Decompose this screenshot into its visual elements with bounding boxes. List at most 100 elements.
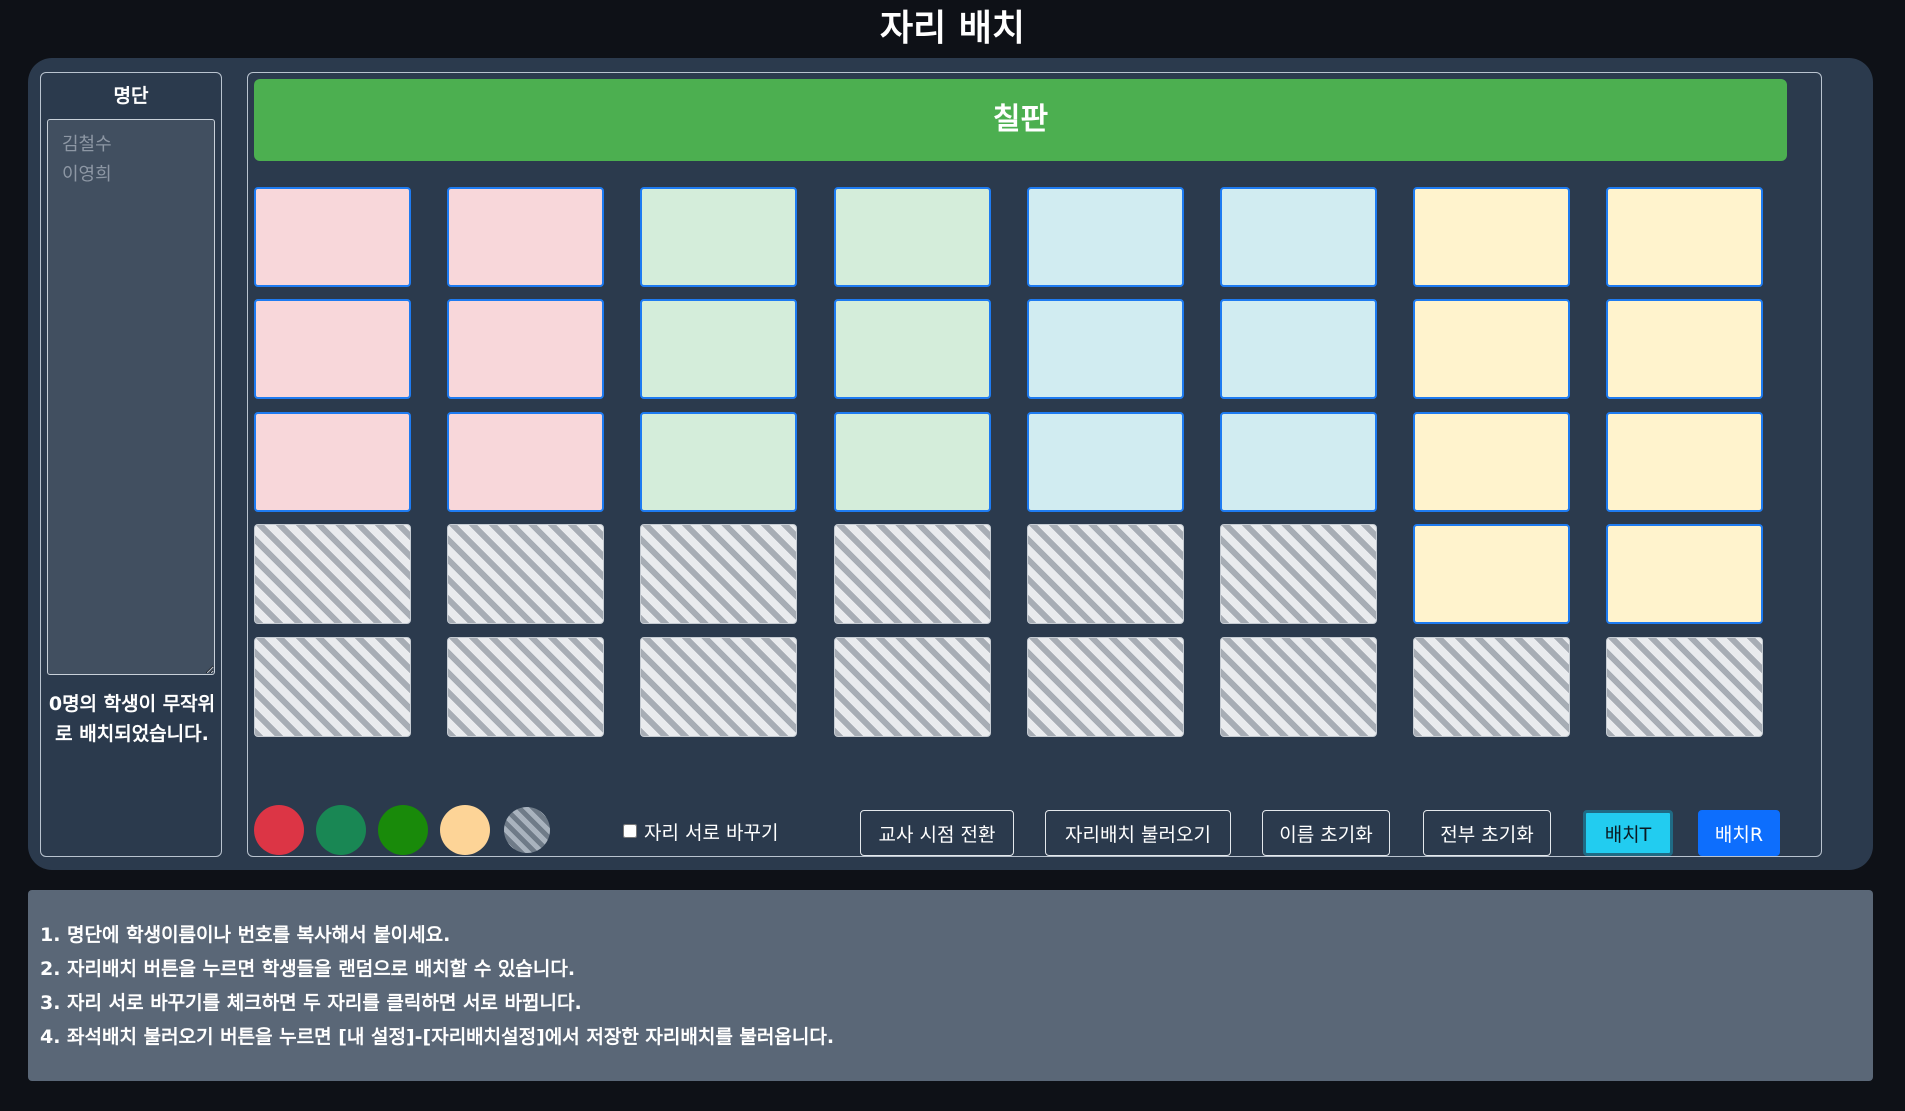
seat-name bbox=[1028, 525, 1183, 623]
roster-label: 명단 bbox=[113, 85, 149, 107]
load-seating-button[interactable]: 자리배치 불러오기 bbox=[1045, 810, 1231, 856]
seat-name bbox=[1415, 414, 1568, 510]
seat-r1-c4[interactable] bbox=[834, 187, 991, 287]
status-text: 0명의 학생이 무작위로 배치되었습니다. bbox=[48, 693, 216, 745]
seat-r4-c2[interactable] bbox=[447, 524, 604, 624]
controls-bar: 자리 서로 바꾸기 교사 시점 전환 자리배치 불러오기 이름 초기화 전부 초… bbox=[248, 793, 1821, 856]
seat-r1-c3[interactable] bbox=[640, 187, 797, 287]
seat-name bbox=[255, 638, 410, 736]
seat-name bbox=[448, 525, 603, 623]
seat-name bbox=[1029, 301, 1182, 397]
seat-name bbox=[836, 189, 989, 285]
seat-name bbox=[256, 414, 409, 510]
teal-green-swatch[interactable] bbox=[316, 805, 366, 855]
seat-name bbox=[642, 301, 795, 397]
swap-toggle[interactable]: 자리 서로 바꾸기 bbox=[623, 816, 778, 846]
seat-r4-c6[interactable] bbox=[1220, 524, 1377, 624]
seat-name bbox=[1222, 189, 1375, 285]
seat-name bbox=[1415, 301, 1568, 397]
seat-r4-c4[interactable] bbox=[834, 524, 991, 624]
instructions-panel: 1. 명단에 학생이름이나 번호를 복사해서 붙이세요. 2. 자리배치 버튼을… bbox=[28, 890, 1873, 1081]
seat-r3-c8[interactable] bbox=[1606, 412, 1763, 512]
seat-r5-c1[interactable] bbox=[254, 637, 411, 737]
seat-r2-c1[interactable] bbox=[254, 299, 411, 399]
seat-name bbox=[641, 638, 796, 736]
seat-r3-c2[interactable] bbox=[447, 412, 604, 512]
roster-panel: 명단 0명의 학생이 무작위로 배치되었습니다. bbox=[40, 72, 222, 857]
seat-name bbox=[448, 638, 603, 736]
seat-name bbox=[449, 414, 602, 510]
seat-r5-c4[interactable] bbox=[834, 637, 991, 737]
instruction-line-4: 4. 좌석배치 불러오기 버튼을 누르면 [내 설정]-[자리배치설정]에서 저… bbox=[40, 1026, 835, 1048]
peach-swatch[interactable] bbox=[440, 805, 490, 855]
seat-r4-c7[interactable] bbox=[1413, 524, 1570, 624]
seat-name bbox=[1415, 189, 1568, 285]
assign-r-button[interactable]: 배치R bbox=[1698, 810, 1780, 856]
seat-name bbox=[255, 525, 410, 623]
reset-names-button[interactable]: 이름 초기화 bbox=[1262, 810, 1390, 856]
seat-name bbox=[835, 638, 990, 736]
seat-r3-c7[interactable] bbox=[1413, 412, 1570, 512]
instruction-line-3: 3. 자리 서로 바꾸기를 체크하면 두 자리를 클릭하면 서로 바뀝니다. bbox=[40, 992, 582, 1014]
red-swatch[interactable] bbox=[254, 805, 304, 855]
seat-r1-c2[interactable] bbox=[447, 187, 604, 287]
seat-r1-c8[interactable] bbox=[1606, 187, 1763, 287]
swap-checkbox[interactable] bbox=[623, 824, 637, 838]
seat-name bbox=[1028, 638, 1183, 736]
seat-r5-c8[interactable] bbox=[1606, 637, 1763, 737]
seat-r2-c4[interactable] bbox=[834, 299, 991, 399]
seat-r2-c3[interactable] bbox=[640, 299, 797, 399]
seat-r1-c5[interactable] bbox=[1027, 187, 1184, 287]
green-swatch[interactable] bbox=[378, 805, 428, 855]
roster-textarea[interactable] bbox=[47, 119, 215, 675]
page-title: 자리 배치 bbox=[879, 8, 1025, 49]
seat-r1-c1[interactable] bbox=[254, 187, 411, 287]
seat-r5-c5[interactable] bbox=[1027, 637, 1184, 737]
seat-r1-c7[interactable] bbox=[1413, 187, 1570, 287]
blackboard: 칠판 bbox=[254, 79, 1787, 161]
seat-r3-c4[interactable] bbox=[834, 412, 991, 512]
seat-name bbox=[256, 301, 409, 397]
seat-name bbox=[1222, 414, 1375, 510]
seat-name bbox=[449, 189, 602, 285]
seat-r5-c2[interactable] bbox=[447, 637, 604, 737]
seat-r3-c1[interactable] bbox=[254, 412, 411, 512]
swap-label: 자리 서로 바꾸기 bbox=[644, 821, 779, 844]
seat-name bbox=[1029, 189, 1182, 285]
seat-r2-c8[interactable] bbox=[1606, 299, 1763, 399]
seat-name bbox=[641, 525, 796, 623]
seat-r3-c6[interactable] bbox=[1220, 412, 1377, 512]
seat-r2-c7[interactable] bbox=[1413, 299, 1570, 399]
seat-r4-c5[interactable] bbox=[1027, 524, 1184, 624]
striped-swatch[interactable] bbox=[504, 807, 550, 853]
assign-t-button[interactable]: 배치T bbox=[1583, 810, 1673, 856]
seat-r3-c3[interactable] bbox=[640, 412, 797, 512]
seat-name bbox=[1608, 189, 1761, 285]
seat-name bbox=[642, 189, 795, 285]
seat-r4-c1[interactable] bbox=[254, 524, 411, 624]
seat-r2-c5[interactable] bbox=[1027, 299, 1184, 399]
seat-r3-c5[interactable] bbox=[1027, 412, 1184, 512]
reset-all-button[interactable]: 전부 초기화 bbox=[1423, 810, 1551, 856]
seat-name bbox=[1608, 414, 1761, 510]
seat-r4-c8[interactable] bbox=[1606, 524, 1763, 624]
teacher-view-button[interactable]: 교사 시점 전환 bbox=[860, 810, 1014, 856]
seat-name bbox=[642, 414, 795, 510]
seat-name bbox=[1608, 526, 1761, 622]
seat-name bbox=[1221, 525, 1376, 623]
seat-r5-c7[interactable] bbox=[1413, 637, 1570, 737]
seat-name bbox=[835, 525, 990, 623]
seat-r4-c3[interactable] bbox=[640, 524, 797, 624]
seat-r2-c2[interactable] bbox=[447, 299, 604, 399]
classroom-panel: 칠판 자리 서로 바꾸기 교사 시점 전환 자리배치 불러오기 이름 초기화 전… bbox=[247, 72, 1822, 857]
seat-r5-c6[interactable] bbox=[1220, 637, 1377, 737]
instruction-line-1: 1. 명단에 학생이름이나 번호를 복사해서 붙이세요. bbox=[40, 924, 451, 946]
instruction-line-2: 2. 자리배치 버튼을 누르면 학생들을 랜덤으로 배치할 수 있습니다. bbox=[40, 958, 576, 980]
seat-r5-c3[interactable] bbox=[640, 637, 797, 737]
seat-r1-c6[interactable] bbox=[1220, 187, 1377, 287]
seat-name bbox=[1415, 526, 1568, 622]
seat-r2-c6[interactable] bbox=[1220, 299, 1377, 399]
seat-name bbox=[1608, 301, 1761, 397]
seat-name bbox=[1029, 414, 1182, 510]
seat-grid bbox=[254, 187, 1764, 737]
